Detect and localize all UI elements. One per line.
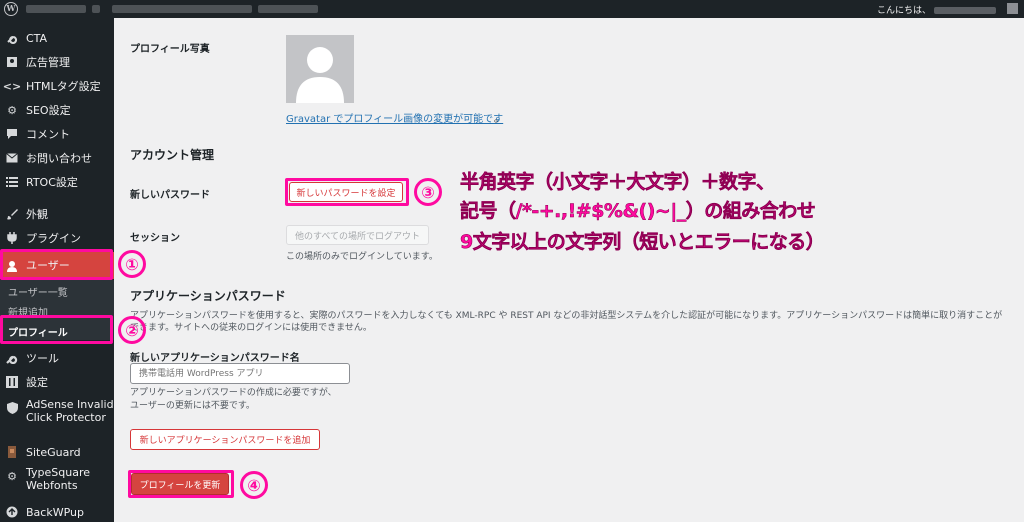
- gravatar-suffix: 。: [494, 114, 504, 125]
- logout-elsewhere-button[interactable]: 他のすべての場所でログアウト: [286, 225, 429, 245]
- admin-bar-blurred: [92, 5, 100, 13]
- sidebar-item-seo[interactable]: ⚙ SEO設定: [0, 98, 114, 122]
- sidebar-item-html-tags[interactable]: <> HTMLタグ設定: [0, 74, 114, 98]
- app-password-name-label: 新しいアプリケーションパスワード名: [130, 353, 300, 364]
- comment-icon: [5, 127, 19, 141]
- marker-4: ④: [240, 471, 268, 499]
- mail-icon: [5, 151, 19, 165]
- gear-icon: ⚙: [7, 103, 17, 117]
- password-rule-note-3: 9文字以上の文字列（短いとエラーになる）: [460, 231, 825, 254]
- sidebar-item-backwpup[interactable]: BackWPup: [0, 500, 114, 522]
- list-icon: [5, 175, 19, 189]
- shield-icon: [5, 401, 19, 415]
- wordpress-logo-icon[interactable]: W: [4, 2, 18, 16]
- sidebar-item-settings[interactable]: 設定: [0, 370, 114, 394]
- profile-photo-label: プロフィール写真: [130, 44, 210, 55]
- highlight-users: [0, 249, 113, 280]
- plugin-icon: [5, 231, 19, 245]
- site-name-blurred[interactable]: [26, 5, 86, 13]
- app-password-help-2: ユーザーの更新には不要です。: [130, 401, 255, 411]
- app-passwords-description: アプリケーションパスワードを使用すると、実際のパスワードを入力しなくても XML…: [130, 311, 1003, 333]
- add-app-password-button[interactable]: 新しいアプリケーションパスワードを追加: [130, 429, 320, 450]
- tool-icon: [5, 351, 19, 365]
- sidebar-item-typesquare[interactable]: ⚙ TypeSquare Webfonts: [0, 466, 114, 502]
- sidebar-item-siteguard[interactable]: SiteGuard: [0, 440, 114, 464]
- submenu-item-all-users[interactable]: ユーザー一覧: [8, 284, 68, 299]
- marker-1: ①: [118, 250, 146, 278]
- avatar-small[interactable]: [1007, 3, 1018, 14]
- default-avatar-image: [286, 35, 354, 103]
- admin-bar-blurred: [112, 5, 252, 13]
- session-label: セッション: [130, 233, 180, 244]
- sidebar-item-tools[interactable]: ツール: [0, 346, 114, 370]
- sidebar-item-adsense-protector[interactable]: AdSense Invalid Click Protector: [0, 398, 114, 434]
- backup-icon: [5, 505, 19, 519]
- brush-icon: [5, 207, 19, 221]
- admin-bar-blurred: [258, 5, 318, 13]
- sidebar-item-ads[interactable]: 広告管理: [0, 50, 114, 74]
- gravatar-link[interactable]: Gravatar でプロフィール画像の変更が可能です: [286, 110, 503, 125]
- account-management-title: アカウント管理: [130, 148, 215, 162]
- sidebar-item-appearance[interactable]: 外観: [0, 202, 114, 226]
- app-password-help-1: アプリケーションパスワードの作成に必要ですが、: [130, 388, 337, 398]
- app-passwords-title: アプリケーションパスワード: [130, 289, 286, 303]
- highlight-update-profile: [128, 470, 234, 498]
- sidebar-item-comments[interactable]: コメント: [0, 122, 114, 146]
- password-rule-note-2: 記号（/*-+.,!#$%&()~|_）の組み合わせ: [460, 200, 816, 223]
- sidebar-item-cta[interactable]: CTA: [0, 26, 114, 50]
- settings-icon: [5, 375, 19, 389]
- highlight-set-password: [285, 178, 409, 206]
- sidebar-item-plugins[interactable]: プラグイン: [0, 226, 114, 250]
- sidebar-item-contact[interactable]: お問い合わせ: [0, 146, 114, 170]
- wrench-icon: [5, 31, 19, 45]
- new-password-label: 新しいパスワード: [130, 190, 210, 201]
- ad-icon: [5, 55, 19, 69]
- highlight-profile: [0, 315, 113, 344]
- marker-2: ②: [118, 316, 146, 344]
- gear-icon: ⚙: [7, 469, 17, 483]
- greeting[interactable]: こんにちは、: [877, 3, 996, 16]
- sidebar-item-rtoc[interactable]: RTOC設定: [0, 170, 114, 194]
- marker-3: ③: [414, 178, 442, 206]
- admin-bar: W こんにちは、: [0, 0, 1024, 18]
- password-rule-note-1: 半角英字（小文字＋大文字）＋数字、: [460, 171, 776, 194]
- code-icon: <>: [2, 79, 22, 93]
- session-description: この場所のみでログインしています。: [286, 252, 438, 262]
- guard-icon: [5, 445, 19, 459]
- app-password-name-input[interactable]: [130, 363, 350, 384]
- profile-content: プロフィール写真 Gravatar でプロフィール画像の変更が可能です 。 アカ…: [114, 18, 1024, 522]
